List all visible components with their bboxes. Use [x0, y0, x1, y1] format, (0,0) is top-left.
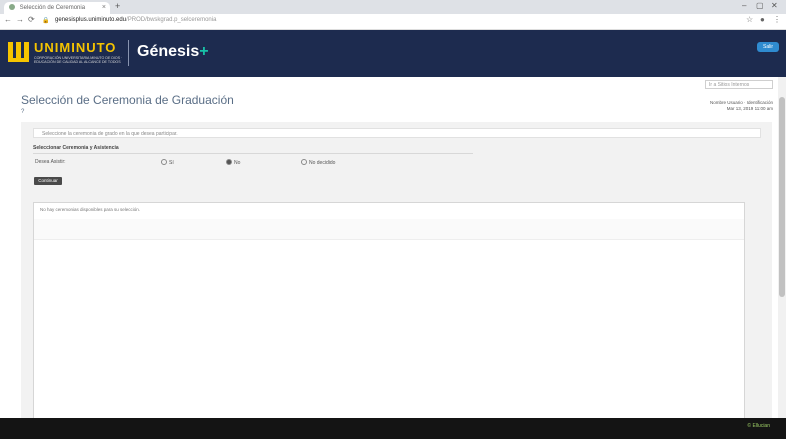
browser-tab-bar: Selección de Ceremonia × + – ▢ ✕: [0, 0, 786, 14]
minimize-button[interactable]: –: [742, 1, 746, 10]
logo-separator: [128, 40, 129, 66]
radio-button[interactable]: [301, 159, 307, 165]
brand-plus: +: [199, 43, 209, 60]
footer-text: © Ellucian: [747, 423, 770, 429]
attend-label: Desea Asistir:: [35, 159, 66, 165]
logout-button[interactable]: Salir: [757, 42, 779, 52]
results-header-band: [34, 219, 744, 240]
tab-close-icon[interactable]: ×: [102, 2, 106, 14]
scrollbar-thumb[interactable]: [779, 97, 785, 297]
radio-button[interactable]: [226, 159, 232, 165]
profile-icon[interactable]: ●: [760, 15, 765, 24]
radio-option-no[interactable]: No: [226, 159, 240, 166]
page-scrollbar[interactable]: [778, 77, 786, 418]
radio-label: No decidido: [309, 160, 336, 166]
bookmark-star-icon[interactable]: ☆: [746, 15, 753, 24]
address-bar-row: ← → ⟳ 🔒 genesisplus.uniminuto.edu/PROD/b…: [0, 14, 786, 30]
section-title: Seleccionar Ceremonia y Asistencia: [33, 145, 119, 151]
site-favicon-icon: [9, 4, 15, 10]
radio-label: Sí: [169, 160, 174, 166]
user-info: Nombre Usuario · Identificación Mar 13, …: [650, 100, 773, 112]
reload-icon[interactable]: ⟳: [28, 15, 35, 24]
radio-button[interactable]: [161, 159, 167, 165]
app-header: UNIMINUTO CORPORACIÓN UNIVERSITARIA MINU…: [0, 30, 786, 77]
page-footer: © Ellucian: [0, 418, 786, 439]
radio-option-undecided[interactable]: No decidido: [301, 159, 335, 166]
brand-main: Génesis: [137, 43, 200, 60]
results-panel: No hay ceremonias disponibles para su se…: [33, 202, 745, 420]
results-message: No hay ceremonias disponibles para su se…: [40, 207, 141, 212]
url-field[interactable]: genesisplus.uniminuto.edu/PROD/bwskgrad.…: [55, 17, 216, 23]
uniminuto-logo-icon: [8, 42, 29, 62]
url-path: /PROD/bwskgrad.p_selceremonia: [126, 17, 217, 23]
logo-name: UNIMINUTO: [34, 40, 117, 55]
site-search-input[interactable]: Ir a Sitios Internos: [705, 80, 773, 89]
window-close-button[interactable]: ✕: [771, 1, 778, 10]
form-panel: Seleccione la ceremonia de grado en la q…: [21, 122, 772, 420]
lock-icon: 🔒: [42, 18, 50, 24]
logo-subtitle: CORPORACIÓN UNIVERSITARIA MINUTO DE DIOS…: [34, 56, 123, 64]
tab-title: Selección de Ceremonia: [19, 5, 86, 11]
session-date: Mar 13, 2019 11:00 am: [726, 106, 773, 111]
new-tab-button[interactable]: +: [115, 1, 120, 11]
radio-label: No: [234, 160, 241, 166]
browser-tab[interactable]: Selección de Ceremonia ×: [4, 2, 110, 14]
page-title: Selección de Ceremonia de Graduación: [21, 93, 234, 107]
help-icon[interactable]: ?: [21, 109, 24, 115]
info-message: Seleccione la ceremonia de grado en la q…: [33, 128, 761, 138]
maximize-button[interactable]: ▢: [756, 1, 764, 10]
browser-menu-icon[interactable]: ⋮: [773, 15, 781, 24]
url-host: genesisplus.uniminuto.edu: [55, 17, 127, 23]
section-divider: [33, 153, 473, 154]
radio-option-yes[interactable]: Sí: [161, 159, 174, 166]
back-arrow-icon[interactable]: ←: [4, 15, 12, 24]
forward-arrow-icon[interactable]: →: [16, 15, 24, 24]
genesis-brand: Génesis+: [137, 43, 209, 61]
continue-button[interactable]: Continuar: [34, 177, 62, 185]
